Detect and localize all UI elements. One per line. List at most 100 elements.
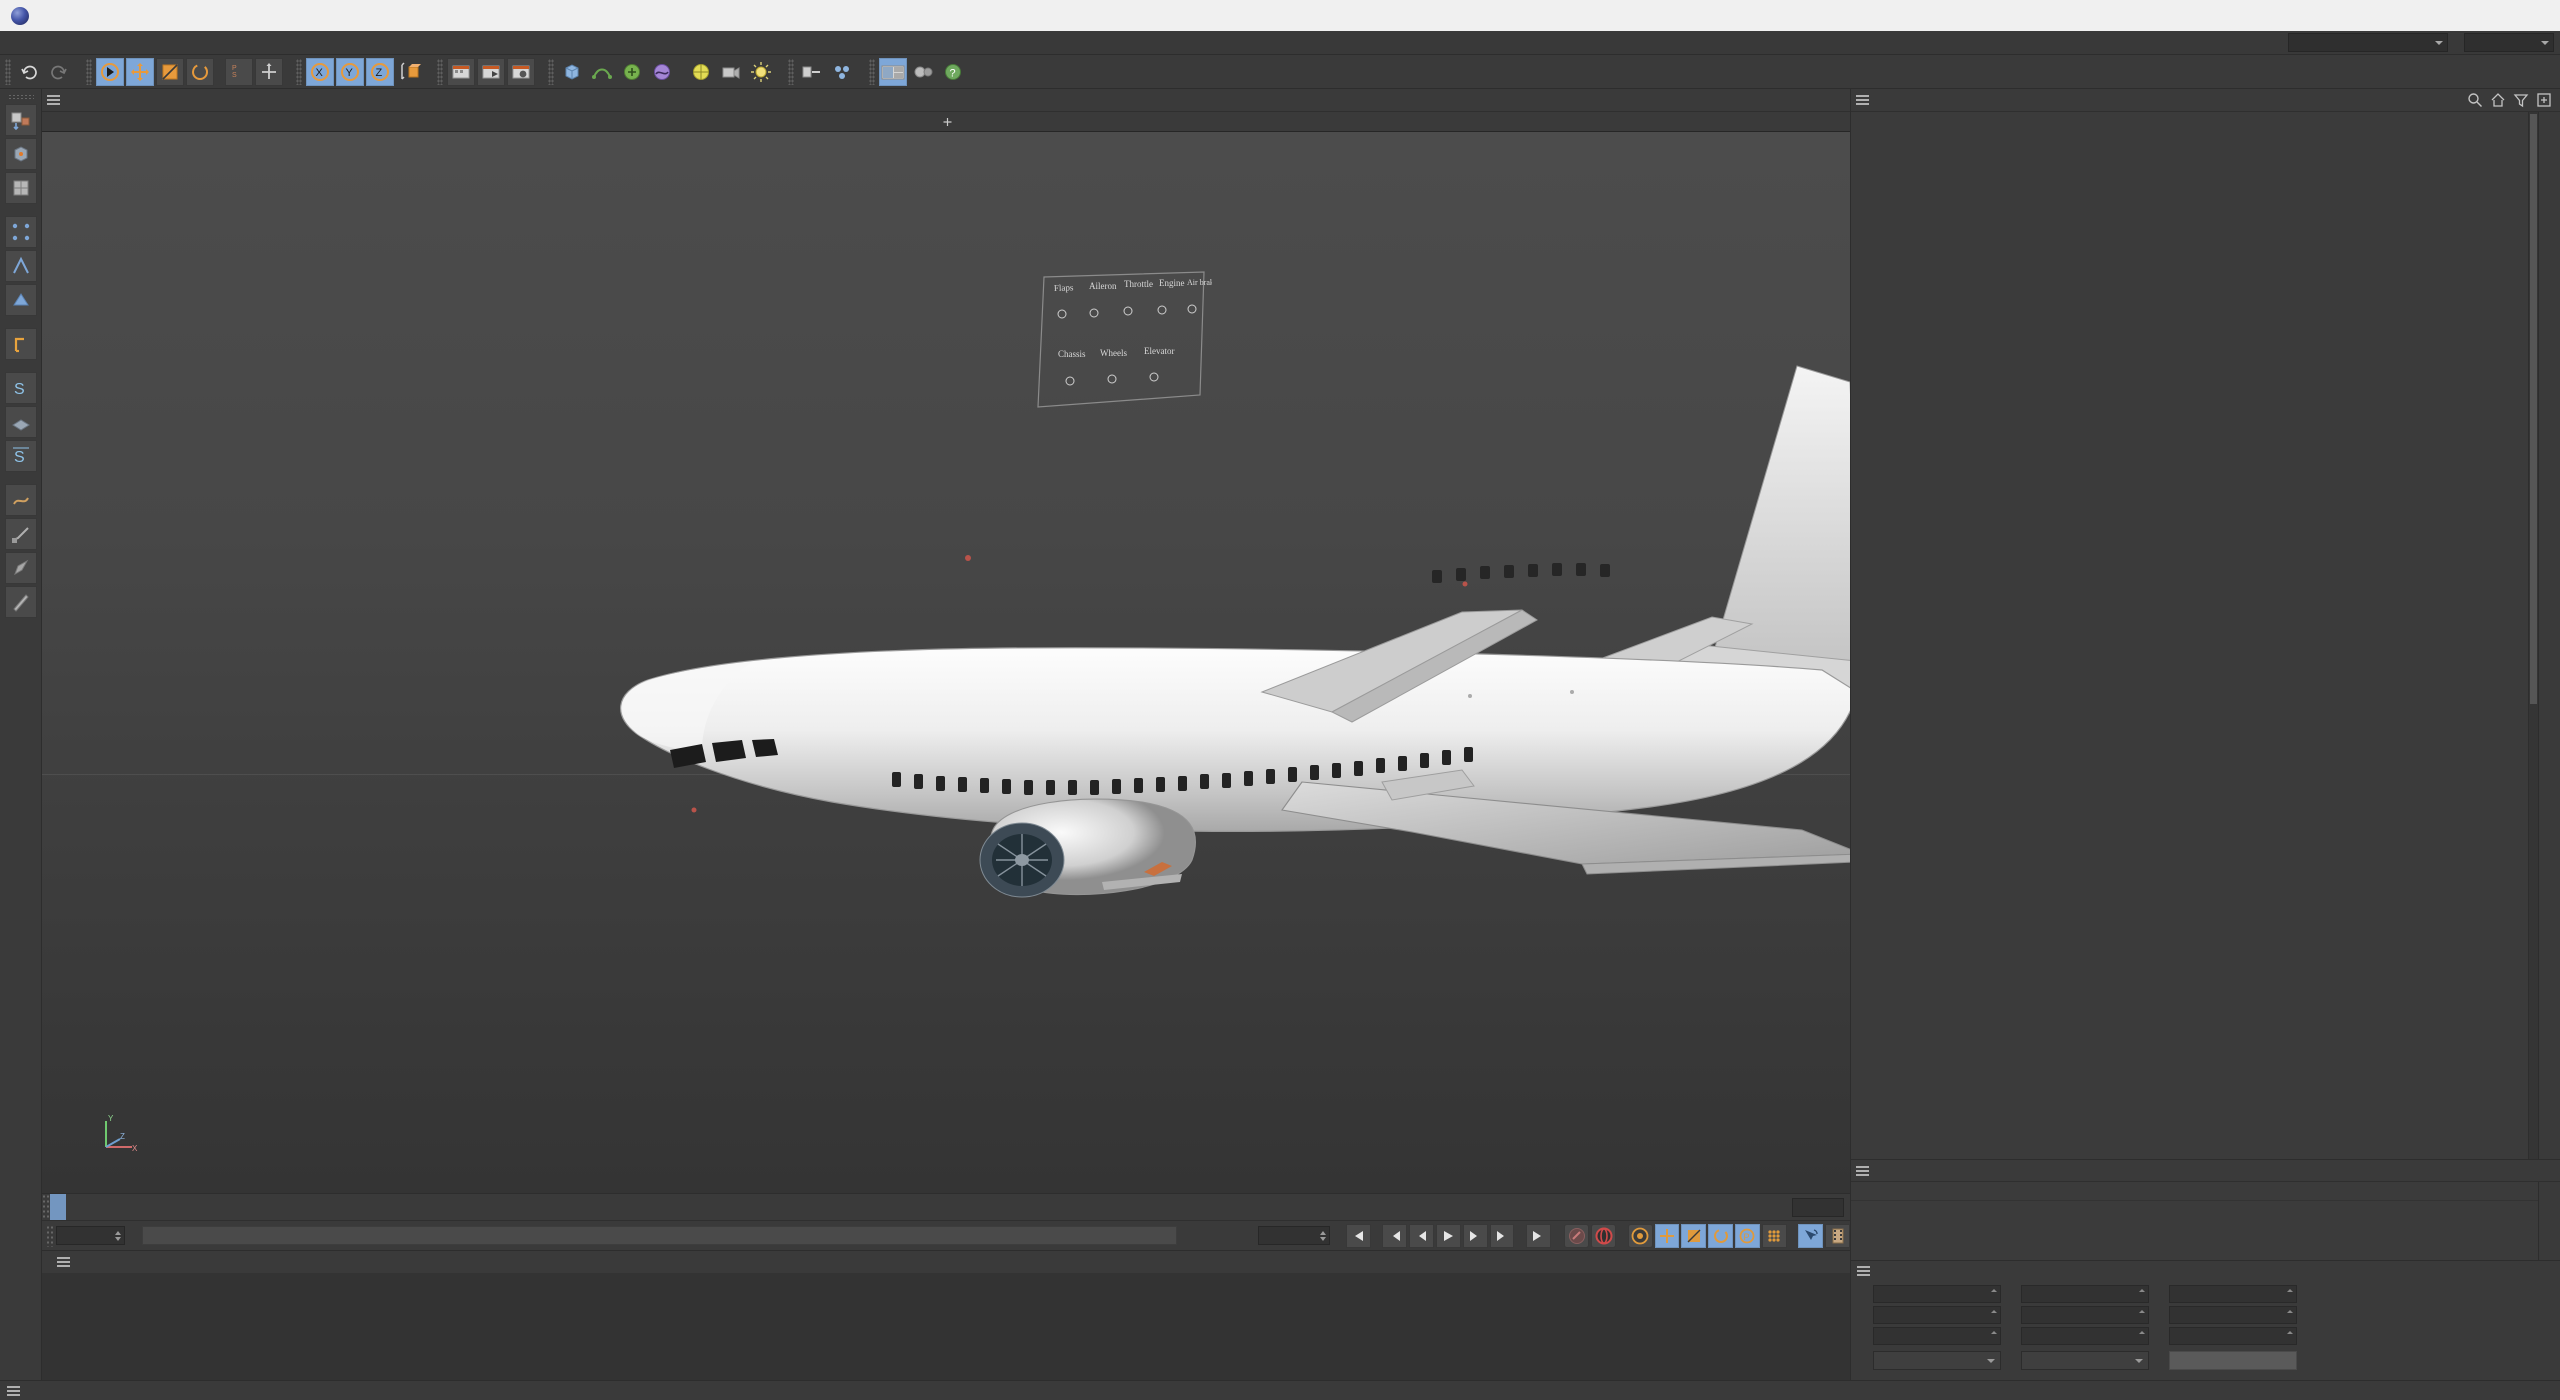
home-icon[interactable]: [2490, 92, 2506, 108]
timeline-grip[interactable]: [42, 1194, 50, 1220]
edge-mode-button[interactable]: [4, 250, 37, 282]
node-space-select[interactable]: [2288, 33, 2448, 52]
toolbar-grip-5[interactable]: [548, 58, 554, 85]
add-panel-icon[interactable]: [2536, 92, 2552, 108]
key-position-button[interactable]: [1654, 1223, 1680, 1248]
toolbar-grip-2[interactable]: [86, 58, 92, 85]
toolbar-grip[interactable]: [5, 58, 11, 85]
snap-button[interactable]: S: [4, 372, 37, 404]
add-spline-button[interactable]: [588, 58, 616, 86]
coordinate-system-select[interactable]: [1873, 1351, 2001, 1370]
transform-mode-select[interactable]: [2021, 1351, 2149, 1370]
next-key-button[interactable]: [1489, 1223, 1515, 1248]
key-scale-button[interactable]: [1681, 1223, 1707, 1248]
material-hamburger-icon[interactable]: [42, 1257, 84, 1267]
play-button[interactable]: [1435, 1223, 1461, 1248]
redo-button[interactable]: [45, 58, 73, 86]
goto-start-button[interactable]: [1345, 1223, 1371, 1248]
object-tree-scrollbar[interactable]: [2528, 112, 2538, 1159]
size-x-field[interactable]: [2021, 1284, 2149, 1303]
size-y-field[interactable]: [2021, 1305, 2149, 1324]
coordinate-system-button[interactable]: [396, 58, 424, 86]
timeline-frame-field[interactable]: [1792, 1197, 1844, 1217]
close-button[interactable]: [2514, 0, 2560, 31]
uv-tools-button[interactable]: [4, 484, 37, 516]
step-forward-button[interactable]: [1462, 1223, 1488, 1248]
point-level-animation-button[interactable]: [1798, 1223, 1824, 1248]
rotate-tool-button[interactable]: [186, 57, 214, 86]
record-active-objects-button[interactable]: [1564, 1223, 1590, 1248]
rot-p-field[interactable]: [2169, 1305, 2297, 1324]
viewport-hamburger-icon[interactable]: [42, 95, 64, 105]
toolbar-grip-6[interactable]: [788, 58, 794, 85]
undo-button[interactable]: [15, 58, 43, 86]
texture-mode-button[interactable]: [4, 172, 37, 204]
maximize-button[interactable]: [2468, 0, 2514, 31]
search-icon[interactable]: [2467, 92, 2483, 108]
axis-lock-button[interactable]: [4, 328, 37, 360]
minimize-button[interactable]: [2422, 0, 2468, 31]
rot-b-field[interactable]: [2169, 1326, 2297, 1345]
rot-h-field[interactable]: [2169, 1284, 2297, 1303]
knife-button[interactable]: [4, 586, 37, 618]
object-manager-hamburger-icon[interactable]: [1851, 95, 1873, 105]
interaction-tag-button[interactable]: [798, 58, 826, 86]
paint-button[interactable]: [4, 552, 37, 584]
goto-end-button[interactable]: [1526, 1223, 1551, 1248]
size-z-field[interactable]: [2021, 1326, 2149, 1345]
add-generator-button[interactable]: [618, 58, 646, 86]
model-mode-button[interactable]: [4, 138, 37, 170]
autokeying-button[interactable]: [1591, 1223, 1617, 1248]
add-deformer-button[interactable]: [648, 58, 676, 86]
toolbar-grip-3[interactable]: [296, 58, 302, 85]
add-environment-button[interactable]: [687, 58, 715, 86]
make-editable-button[interactable]: [4, 104, 37, 136]
quantize-button[interactable]: S: [4, 440, 37, 472]
move-tool-button[interactable]: [126, 57, 154, 86]
viewport-3d[interactable]: Flaps Aileron Throttle Engine Air brake: [42, 132, 1850, 1193]
scrollbar-thumb[interactable]: [2530, 114, 2537, 704]
help-button[interactable]: ?: [939, 58, 967, 86]
current-frame-field[interactable]: [55, 1226, 125, 1245]
mograph-button[interactable]: [828, 58, 856, 86]
range-end-field[interactable]: [1257, 1226, 1331, 1245]
layer-hamburger-icon[interactable]: [1851, 1165, 1873, 1176]
timeline-ruler[interactable]: [50, 1194, 1786, 1220]
render-view-button[interactable]: [447, 57, 475, 86]
filter-icon[interactable]: [2513, 92, 2529, 108]
add-cube-button[interactable]: [558, 58, 586, 86]
key-rotation-button[interactable]: [1708, 1223, 1733, 1248]
add-light-button[interactable]: [747, 58, 775, 86]
psr-button[interactable]: PS: [225, 57, 253, 86]
workplane-button[interactable]: [4, 406, 37, 438]
render-region-button[interactable]: [477, 57, 505, 86]
key-pla-button[interactable]: [1761, 1223, 1787, 1248]
pos-z-field[interactable]: [1873, 1326, 2001, 1345]
sculpt-button[interactable]: [4, 518, 37, 550]
anim-grip[interactable]: [46, 1224, 54, 1247]
coordinates-hamburger-icon[interactable]: [1851, 1266, 1875, 1276]
axis-x-button[interactable]: X: [306, 57, 334, 86]
keyframe-settings-button[interactable]: [1627, 1223, 1653, 1248]
prev-key-button[interactable]: [1382, 1223, 1408, 1248]
pos-y-field[interactable]: [1873, 1305, 2001, 1324]
world-axis-button[interactable]: [255, 57, 283, 86]
timeline-current-block[interactable]: [50, 1194, 66, 1220]
layout-select[interactable]: [2464, 33, 2554, 52]
layout-manager-button[interactable]: [879, 57, 907, 86]
toolstrip-grip[interactable]: [7, 94, 34, 100]
apply-button[interactable]: [2169, 1351, 2297, 1370]
key-parameter-button[interactable]: P: [1735, 1223, 1760, 1248]
scale-tool-button[interactable]: [156, 57, 184, 86]
timeline-strip[interactable]: [141, 1226, 1178, 1245]
layer-rows[interactable]: [1851, 1201, 2538, 1260]
toolbar-grip-7[interactable]: [869, 58, 875, 85]
object-tree[interactable]: [1851, 112, 2528, 1159]
step-back-button[interactable]: [1409, 1223, 1434, 1248]
polygon-mode-button[interactable]: [4, 284, 37, 316]
point-mode-button[interactable]: [4, 216, 37, 248]
pos-x-field[interactable]: [1873, 1284, 2001, 1303]
render-settings-button[interactable]: [507, 57, 535, 86]
timeline-window-button[interactable]: [1825, 1223, 1850, 1248]
camera-view-button[interactable]: [909, 58, 937, 86]
